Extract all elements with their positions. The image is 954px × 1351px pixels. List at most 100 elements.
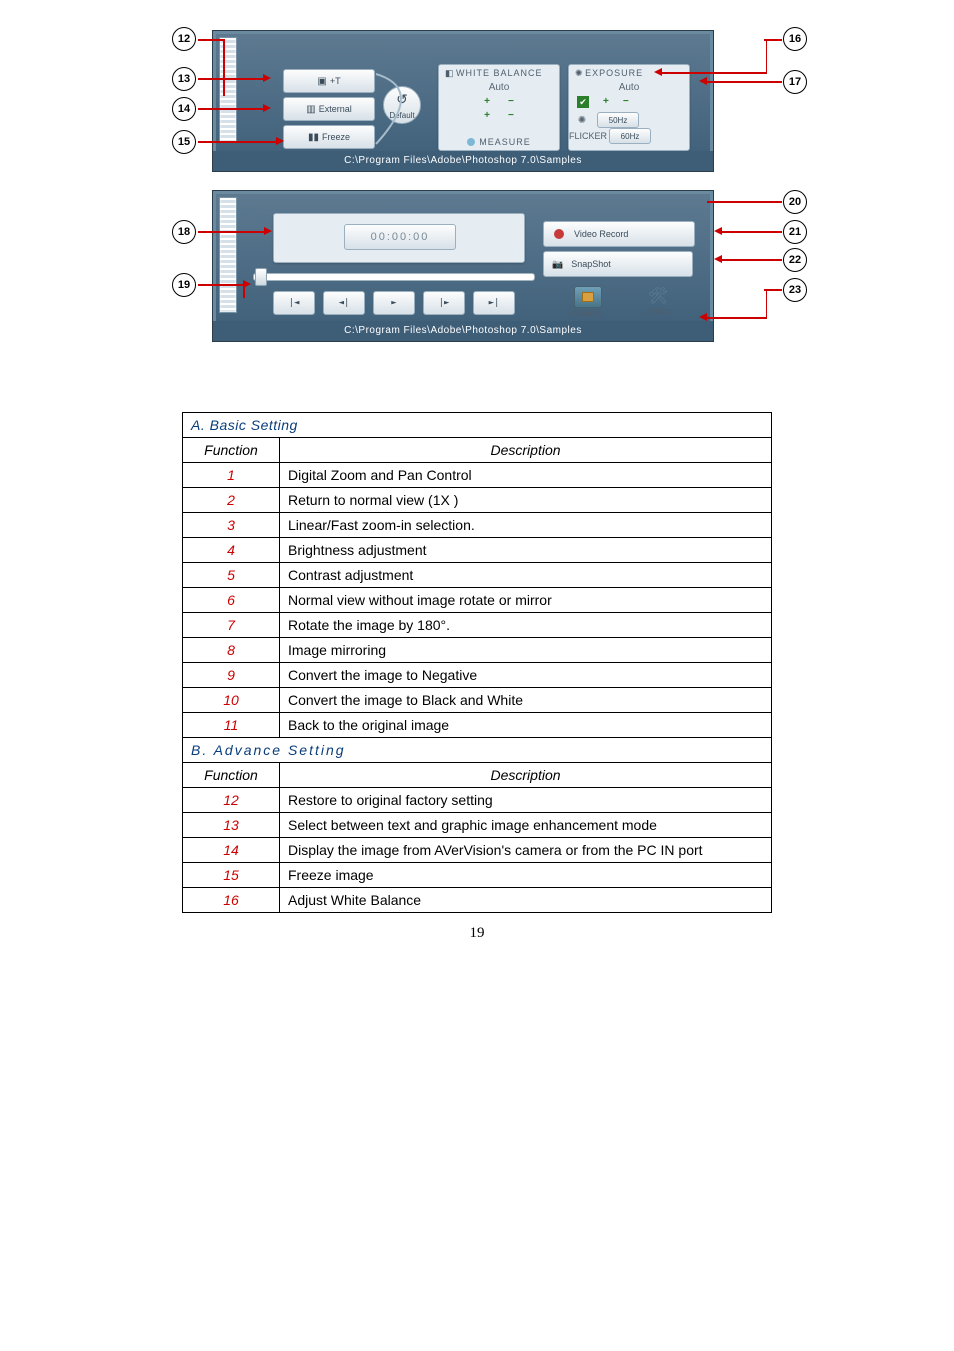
description-cell: Contrast adjustment <box>280 563 772 588</box>
description-cell: Linear/Fast zoom-in selection. <box>280 513 772 538</box>
table-row: 6Normal view without image rotate or mir… <box>183 588 772 613</box>
freeze-label: Freeze <box>322 132 350 142</box>
bottom-panel: 00:00:00 Video Record 📷 SnapShot |◄ ◄| ►… <box>212 190 714 342</box>
slider-thumb[interactable] <box>255 268 267 286</box>
first-button[interactable]: |◄ <box>273 291 315 315</box>
external-button[interactable]: ▥ External <box>283 97 375 121</box>
wb-title: WHITE BALANCE <box>456 68 543 78</box>
wb-plusminus-1[interactable]: + − <box>439 96 559 107</box>
function-cell: 7 <box>183 613 280 638</box>
external-label: External <box>319 104 352 114</box>
table-row: 10Convert the image to Black and White <box>183 688 772 713</box>
last-icon: ►| <box>489 298 500 308</box>
function-cell: 2 <box>183 488 280 513</box>
freeze-button[interactable]: ▮▮ Freeze <box>283 125 375 149</box>
callout-22: 22 <box>783 248 807 272</box>
function-cell: 3 <box>183 513 280 538</box>
table-row: 11Back to the original image <box>183 713 772 738</box>
plus-icon: + <box>484 96 490 107</box>
function-cell: 12 <box>183 788 280 813</box>
next-button[interactable]: |► <box>423 291 465 315</box>
measure-icon <box>467 138 475 146</box>
table-row: 8Image mirroring <box>183 638 772 663</box>
table-row: 12Restore to original factory setting <box>183 788 772 813</box>
description-cell: Convert the image to Black and White <box>280 688 772 713</box>
prev-icon: ◄| <box>339 298 350 308</box>
callout-18: 18 <box>172 220 196 244</box>
mode-icon: ▣ <box>317 76 326 87</box>
description-cell: Back to the original image <box>280 713 772 738</box>
description-cell: Normal view without image rotate or mirr… <box>280 588 772 613</box>
function-cell: 4 <box>183 538 280 563</box>
snapshot-icon: 📷 <box>552 259 563 270</box>
flicker-label: FLICKER <box>569 131 607 141</box>
table-row: 14Display the image from AVerVision's ca… <box>183 838 772 863</box>
slider-track[interactable] <box>253 273 535 281</box>
prev-button[interactable]: ◄| <box>323 291 365 315</box>
description-cell: Adjust White Balance <box>280 888 772 913</box>
timer-group: 00:00:00 <box>273 213 525 263</box>
table-row: 2Return to normal view (1X ) <box>183 488 772 513</box>
measure-label: MEASURE <box>479 137 531 147</box>
callout-14: 14 <box>172 97 196 121</box>
check-icon: ✔ <box>577 96 589 108</box>
function-cell: 11 <box>183 713 280 738</box>
camera-icon: ▥ <box>306 104 315 115</box>
function-cell: 8 <box>183 638 280 663</box>
wb-plusminus-2[interactable]: + − <box>439 110 559 121</box>
callout-19: 19 <box>172 273 196 297</box>
description-cell: Digital Zoom and Pan Control <box>280 463 772 488</box>
description-cell: Display the image from AVerVision's came… <box>280 838 772 863</box>
left-scale-bot <box>219 197 237 313</box>
setup-label: Setup <box>633 306 683 316</box>
col-description-b: Description <box>280 763 772 788</box>
description-cell: Convert the image to Negative <box>280 663 772 688</box>
function-cell: 1 <box>183 463 280 488</box>
gallery-button[interactable]: Gallery <box>563 286 613 318</box>
video-record-button[interactable]: Video Record <box>543 221 695 247</box>
section-b-title: B. Advance Setting <box>183 738 772 763</box>
description-cell: Rotate the image by 180°. <box>280 613 772 638</box>
callout-12: 12 <box>172 27 196 51</box>
path-bar-bot: C:\Program Files\Adobe\Photoshop 7.0\Sam… <box>213 321 713 341</box>
table-row: 4Brightness adjustment <box>183 538 772 563</box>
description-cell: Image mirroring <box>280 638 772 663</box>
gallery-icon <box>582 292 594 302</box>
mode-text-label: +T <box>330 76 341 86</box>
table-row: 3Linear/Fast zoom-in selection. <box>183 513 772 538</box>
top-panel: ▣ +T ▥ External ▮▮ Freeze ↺ Default <box>212 30 714 172</box>
description-cell: Restore to original factory setting <box>280 788 772 813</box>
wb-auto: Auto <box>439 79 559 96</box>
minus-icon: − <box>508 110 514 121</box>
white-balance-group: ◧ WHITE BALANCE Auto + − + − MEASURE <box>438 64 560 151</box>
setup-button[interactable]: 🛠 Setup <box>633 286 683 316</box>
snapshot-button[interactable]: 📷 SnapShot <box>543 251 693 277</box>
table-row: 15Freeze image <box>183 863 772 888</box>
play-button[interactable]: ► <box>373 291 415 315</box>
plus-icon: + <box>603 96 609 108</box>
table-row: 5Contrast adjustment <box>183 563 772 588</box>
exp-plusminus[interactable]: ✔ + − <box>569 96 689 108</box>
last-button[interactable]: ►| <box>473 291 515 315</box>
freeze-icon: ▮▮ <box>308 132 319 143</box>
hz60-button[interactable]: 60Hz <box>609 128 651 144</box>
mode-text-button[interactable]: ▣ +T <box>283 69 375 93</box>
col-function: Function <box>183 438 280 463</box>
exposure-title: EXPOSURE <box>585 68 643 78</box>
col-function-b: Function <box>183 763 280 788</box>
callout-17: 17 <box>783 70 807 94</box>
function-cell: 5 <box>183 563 280 588</box>
callout-13: 13 <box>172 67 196 91</box>
function-tables: A. Basic Setting Function Description 1D… <box>182 412 772 913</box>
callout-20: 20 <box>783 190 807 214</box>
timer-display: 00:00:00 <box>344 224 456 250</box>
description-cell: Freeze image <box>280 863 772 888</box>
function-cell: 10 <box>183 688 280 713</box>
setup-icon: 🛠 <box>648 286 668 306</box>
description-cell: Select between text and graphic image en… <box>280 813 772 838</box>
hz50-button[interactable]: 50Hz <box>597 112 639 128</box>
function-cell: 6 <box>183 588 280 613</box>
function-cell: 15 <box>183 863 280 888</box>
table-row: 16Adjust White Balance <box>183 888 772 913</box>
plus-icon: + <box>484 110 490 121</box>
